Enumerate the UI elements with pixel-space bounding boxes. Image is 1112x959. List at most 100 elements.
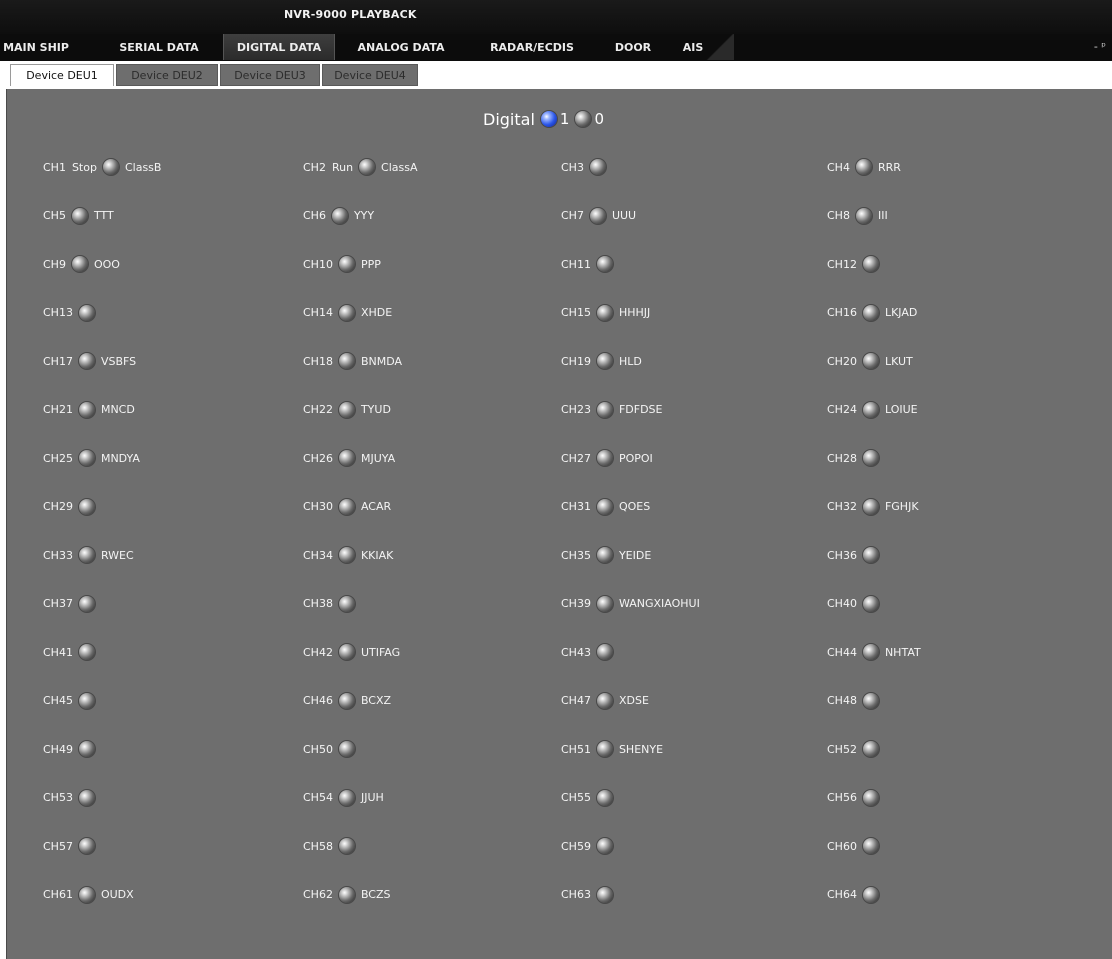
channel-led-icon: [338, 595, 355, 612]
channel-led-icon: [78, 304, 95, 321]
channel-code: CH50: [303, 742, 333, 756]
channel-code: CH45: [43, 694, 73, 707]
channel-code: CH39: [561, 597, 591, 610]
channel-led-icon: [596, 547, 613, 563]
channel-led-icon: [78, 838, 95, 854]
channel-name: BNMDA: [360, 354, 403, 368]
tab-digital-data[interactable]: DIGITAL DATA: [223, 34, 335, 60]
channel-led-icon: [596, 886, 613, 903]
channel-name: JJUH: [360, 791, 384, 804]
channel-ch28: CH28: [827, 448, 879, 468]
channel-led-icon: [338, 304, 355, 321]
channel-code: CH6: [303, 209, 326, 222]
tab-device-deu1[interactable]: Device DEU1: [10, 64, 114, 86]
channel-code: CH20: [827, 354, 857, 368]
channel-code: CH11: [561, 257, 591, 271]
channel-led-icon: [862, 401, 879, 418]
channel-ch37: CH37: [43, 594, 95, 614]
channel-name: HHHJJ: [618, 306, 651, 319]
tab-door[interactable]: DOOR: [600, 34, 666, 60]
channel-code: CH2: [303, 160, 326, 174]
channel-code: CH43: [561, 645, 591, 659]
channel-name: NHTAT: [884, 645, 921, 659]
channel-led-icon: [596, 789, 613, 806]
channel-ch9: CH9 OOO: [43, 254, 120, 274]
channel-name: SHENYE: [618, 742, 664, 756]
channel-ch3: CH3: [561, 157, 606, 177]
channel-code: CH5: [43, 209, 66, 222]
channel-ch18: CH18 BNMDA: [303, 351, 402, 371]
channel-code: CH64: [827, 888, 857, 901]
channel-ch7: CH7 UUU: [561, 206, 636, 226]
channel-led-icon: [102, 159, 119, 175]
channel-led-icon: [596, 304, 613, 321]
channel-ch5: CH5 TTT: [43, 206, 114, 226]
channel-ch32: CH32 FGHJK: [827, 497, 919, 517]
channel-name: ClassB: [124, 160, 162, 174]
channel-name: TTT: [93, 209, 114, 222]
channel-code: CH19: [561, 354, 591, 368]
tab-bar-end: [706, 34, 734, 60]
channel-ch56: CH56: [827, 788, 879, 808]
channel-led-icon: [338, 741, 355, 757]
channel-ch19: CH19 HLD: [561, 351, 642, 371]
pin-icon[interactable]: - ᵖ: [1094, 40, 1106, 53]
title-bar: NVR-9000 PLAYBACK: [0, 0, 1112, 34]
channel-led-icon: [862, 644, 879, 660]
channel-ch41: CH41: [43, 642, 95, 662]
channel-led-icon: [78, 450, 95, 466]
channel-name: XHDE: [360, 306, 393, 319]
channel-code: CH46: [303, 694, 333, 707]
channel-ch15: CH15 HHHJJ: [561, 303, 650, 323]
channel-led-icon: [338, 644, 355, 660]
channel-code: CH34: [303, 548, 333, 562]
channel-led-icon: [862, 353, 879, 369]
channel-ch36: CH36: [827, 545, 879, 565]
channel-ch45: CH45: [43, 691, 95, 711]
channel-led-icon: [862, 789, 879, 806]
channel-name: FDFDSE: [618, 403, 663, 416]
channel-code: CH52: [827, 742, 857, 756]
tab-device-deu2[interactable]: Device DEU2: [116, 64, 218, 86]
channel-name: FGHJK: [884, 500, 919, 513]
channel-led-icon: [338, 401, 355, 418]
channel-code: CH8: [827, 209, 850, 222]
channel-ch59: CH59: [561, 836, 613, 856]
channel-ch46: CH46 BCXZ: [303, 691, 391, 711]
channel-led-icon: [78, 547, 95, 563]
channel-ch62: CH62 BCZS: [303, 885, 391, 905]
channel-name: POPOI: [618, 451, 653, 465]
main-tab-bar: MAIN SHIP SERIAL DATA DIGITAL DATA ANALO…: [0, 34, 1112, 61]
channel-ch16: CH16 LKJAD: [827, 303, 917, 323]
tab-radar-ecdis[interactable]: RADAR/ECDIS: [478, 34, 586, 60]
channel-code: CH44: [827, 645, 857, 659]
channel-ch64: CH64: [827, 885, 879, 905]
channel-code: CH53: [43, 791, 73, 804]
channel-led-icon: [589, 207, 606, 224]
channel-code: CH35: [561, 548, 591, 562]
tab-serial-data[interactable]: SERIAL DATA: [108, 34, 210, 60]
channel-ch42: CH42 UTIFAG: [303, 642, 400, 662]
channel-code: CH17: [43, 354, 73, 368]
channel-led-icon: [855, 159, 872, 175]
tab-device-deu3[interactable]: Device DEU3: [220, 64, 320, 86]
channel-led-icon: [78, 401, 95, 418]
channel-code: CH37: [43, 597, 73, 610]
channel-led-icon: [862, 256, 879, 272]
channel-ch6: CH6 YYY: [303, 206, 374, 226]
channel-led-icon: [331, 207, 348, 224]
tab-main-ship[interactable]: MAIN SHIP: [0, 34, 72, 60]
channel-led-icon: [596, 595, 613, 612]
channel-ch24: CH24 LOIUE: [827, 400, 918, 420]
channel-code: CH62: [303, 888, 333, 901]
channel-code: CH36: [827, 548, 857, 562]
channel-ch27: CH27 POPOI: [561, 448, 653, 468]
tab-device-deu4[interactable]: Device DEU4: [322, 64, 418, 86]
channel-ch44: CH44 NHTAT: [827, 642, 921, 662]
tab-analog-data[interactable]: ANALOG DATA: [346, 34, 456, 60]
channel-code: CH28: [827, 451, 857, 465]
channel-name: LKJAD: [884, 306, 918, 319]
channel-code: CH24: [827, 403, 857, 416]
channel-code: CH4: [827, 160, 850, 174]
channel-ch52: CH52: [827, 739, 879, 759]
